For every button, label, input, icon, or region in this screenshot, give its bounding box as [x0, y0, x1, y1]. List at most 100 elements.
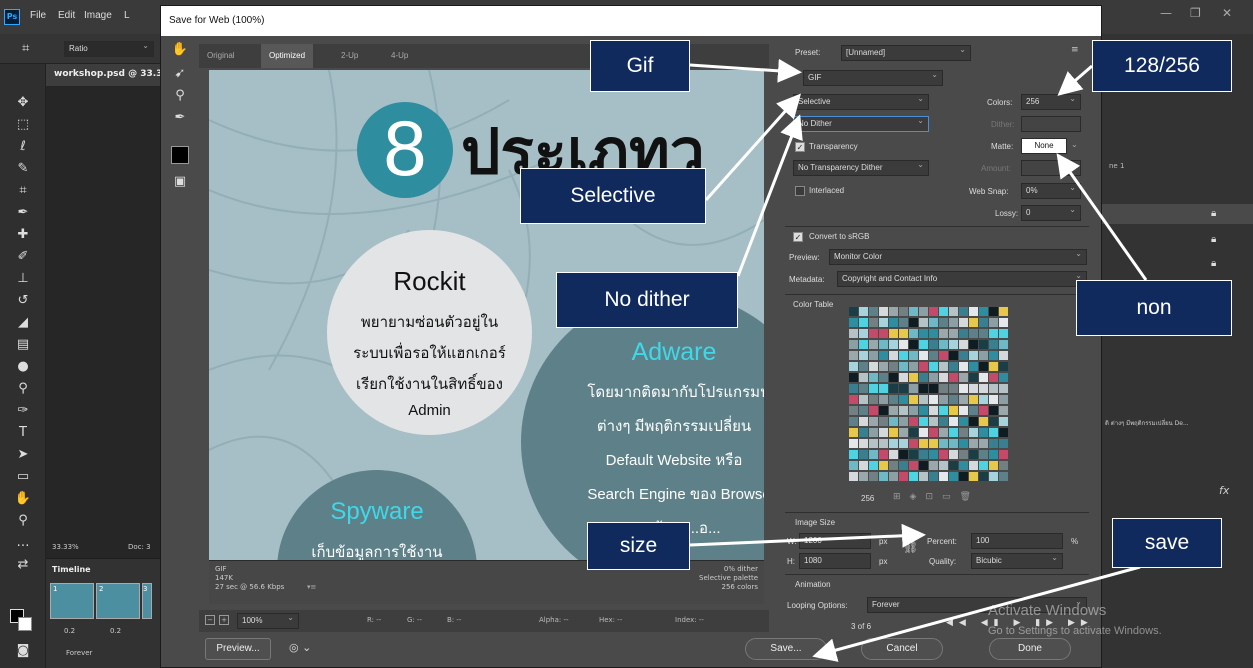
color-swatch[interactable]	[889, 362, 898, 371]
color-swatch[interactable]	[909, 318, 918, 327]
quick-mask-icon[interactable]: ◙	[14, 642, 32, 660]
zoom-out-icon[interactable]: −	[205, 615, 215, 625]
color-swatch[interactable]	[859, 428, 868, 437]
color-swatch[interactable]	[929, 439, 938, 448]
color-swatch[interactable]	[969, 450, 978, 459]
zoom-tool-icon[interactable]: ⚲	[171, 88, 189, 106]
color-swatch[interactable]	[919, 406, 928, 415]
color-swatch[interactable]	[889, 461, 898, 470]
color-swatch[interactable]	[949, 351, 958, 360]
color-swatch[interactable]	[869, 351, 878, 360]
color-swatch[interactable]	[859, 395, 868, 404]
color-swatch[interactable]	[859, 351, 868, 360]
color-swatch[interactable]	[939, 384, 948, 393]
done-button[interactable]: Done	[989, 638, 1071, 660]
color-swatch[interactable]	[989, 307, 998, 316]
color-swatch[interactable]	[879, 307, 888, 316]
color-swatch[interactable]	[919, 307, 928, 316]
color-swatch[interactable]	[959, 417, 968, 426]
percent-field[interactable]: 100	[971, 533, 1063, 549]
color-swatch[interactable]	[989, 461, 998, 470]
color-swatch[interactable]	[919, 472, 928, 481]
color-swatch[interactable]	[939, 340, 948, 349]
color-swatch[interactable]	[929, 307, 938, 316]
file-format-dropdown[interactable]: GIF	[803, 70, 943, 86]
dodge-tool-icon[interactable]: ⚲	[14, 380, 32, 398]
color-swatch[interactable]	[899, 439, 908, 448]
width-field[interactable]: 1200	[799, 533, 871, 549]
websnap-field[interactable]: 0%	[1021, 183, 1081, 199]
color-swatch[interactable]	[989, 318, 998, 327]
background-color[interactable]	[18, 617, 32, 631]
color-swatch[interactable]	[999, 472, 1008, 481]
color-swatch[interactable]	[979, 450, 988, 459]
color-swatch[interactable]	[999, 362, 1008, 371]
color-swatch[interactable]	[939, 307, 948, 316]
color-swatch[interactable]	[909, 428, 918, 437]
color-swatch[interactable]	[979, 406, 988, 415]
color-swatch[interactable]	[989, 373, 998, 382]
path-select-icon[interactable]: ➤	[14, 446, 32, 464]
loop-select[interactable]: Forever	[66, 649, 92, 657]
color-swatch[interactable]	[869, 472, 878, 481]
interlaced-checkbox[interactable]	[795, 186, 805, 196]
color-swatch[interactable]	[889, 373, 898, 382]
color-swatch[interactable]	[889, 417, 898, 426]
tab-original[interactable]: Original	[199, 44, 243, 68]
color-swatch[interactable]	[999, 307, 1008, 316]
timeline-frame-1[interactable]: 1	[50, 583, 94, 619]
info-menu-icon[interactable]: ▾≡	[307, 583, 316, 591]
color-swatch[interactable]	[849, 384, 858, 393]
color-swatch[interactable]	[909, 406, 918, 415]
color-swatch[interactable]	[879, 384, 888, 393]
color-swatch[interactable]	[849, 472, 858, 481]
color-swatch[interactable]	[969, 384, 978, 393]
color-swatch[interactable]	[939, 351, 948, 360]
color-swatch[interactable]	[849, 373, 858, 382]
color-swatch[interactable]	[929, 450, 938, 459]
color-swatch[interactable]	[849, 406, 858, 415]
color-swatch[interactable]	[859, 318, 868, 327]
color-swatch[interactable]	[889, 307, 898, 316]
color-swatch[interactable]	[969, 461, 978, 470]
color-swatch[interactable]	[979, 351, 988, 360]
color-swatch[interactable]	[869, 406, 878, 415]
color-swatch[interactable]	[899, 450, 908, 459]
hand-tool-icon[interactable]: ✋	[171, 42, 189, 60]
color-swatch[interactable]	[889, 472, 898, 481]
color-swatch[interactable]	[899, 318, 908, 327]
shape-tool-icon[interactable]: ▭	[14, 468, 32, 486]
crop-icon[interactable]: ⌗	[22, 41, 29, 56]
color-swatch[interactable]	[889, 406, 898, 415]
color-swatch[interactable]	[879, 318, 888, 327]
color-reduction-dropdown[interactable]: Selective	[793, 94, 929, 110]
blur-tool-icon[interactable]: ●	[14, 358, 32, 376]
color-swatch[interactable]	[869, 428, 878, 437]
preview-button[interactable]: Preview...	[205, 638, 271, 660]
color-swatch[interactable]	[929, 461, 938, 470]
cancel-button[interactable]: Cancel	[861, 638, 943, 660]
color-swatch[interactable]	[989, 362, 998, 371]
color-swatch[interactable]	[929, 428, 938, 437]
color-swatch[interactable]	[849, 318, 858, 327]
color-swatch[interactable]	[949, 439, 958, 448]
color-swatch[interactable]	[919, 439, 928, 448]
color-swatch[interactable]	[999, 329, 1008, 338]
color-swatch[interactable]	[989, 439, 998, 448]
color-swatch[interactable]	[919, 384, 928, 393]
color-swatch[interactable]	[949, 329, 958, 338]
color-swatch[interactable]	[959, 395, 968, 404]
metadata-dropdown[interactable]: Copyright and Contact Info	[837, 271, 1087, 287]
color-swatch[interactable]	[919, 373, 928, 382]
color-swatch[interactable]	[979, 329, 988, 338]
color-swatch[interactable]	[879, 406, 888, 415]
menu-image[interactable]: Image	[84, 10, 112, 21]
color-swatch[interactable]	[959, 384, 968, 393]
color-swatch[interactable]	[939, 362, 948, 371]
color-swatch[interactable]	[909, 373, 918, 382]
color-swatch[interactable]	[979, 373, 988, 382]
color-swatch[interactable]	[859, 406, 868, 415]
color-swatch[interactable]	[979, 395, 988, 404]
color-swatch[interactable]	[939, 461, 948, 470]
history-brush-icon[interactable]: ↺	[14, 292, 32, 310]
